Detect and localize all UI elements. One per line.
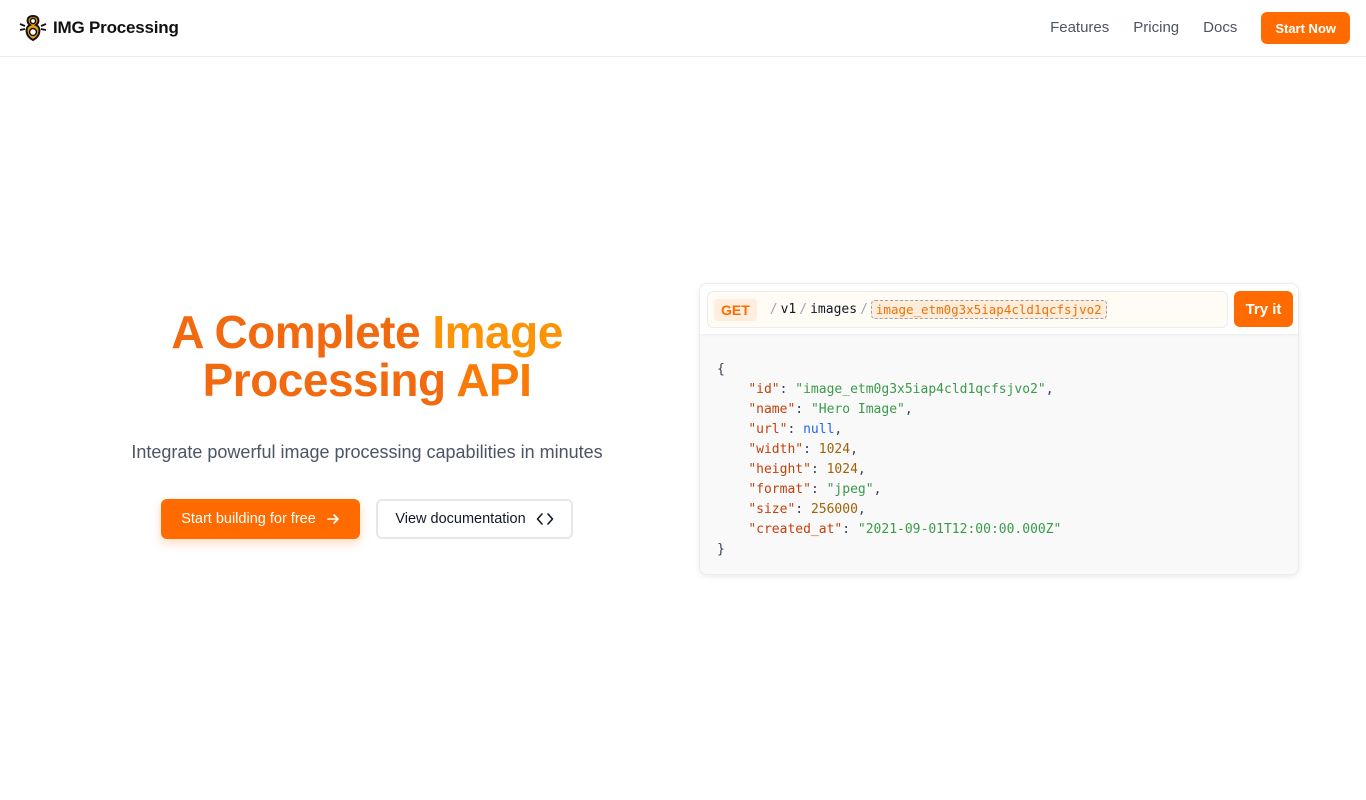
hero-title-part: Processing [202, 354, 457, 406]
json-response: { "id": "image_etm0g3x5iap4cld1qcfsjvo2"… [717, 360, 1061, 560]
request-bar: GET / v1/images / image_etm0g3x5iap4cld1qcf… [700, 284, 1298, 334]
top-nav: Features Pricing Docs Start Now [1050, 12, 1350, 44]
json-key: "size" [748, 502, 796, 517]
code-brackets-icon [536, 512, 554, 526]
json-value: 256000 [810, 502, 858, 517]
json-key: "created_at" [748, 522, 843, 537]
nav-link-pricing[interactable]: Pricing [1133, 12, 1179, 44]
json-key: "id" [748, 382, 780, 397]
json-value: 1024 [826, 462, 858, 477]
http-method-badge: GET [714, 298, 757, 321]
json-value: "jpeg" [826, 482, 874, 497]
view-documentation-label: View documentation [395, 511, 526, 527]
brand-name: IMG Processing [53, 18, 179, 37]
hero-title-highlight: Image [432, 306, 563, 358]
brand[interactable]: IMG Processing [17, 12, 179, 44]
json-field-row: "url": null, [748, 422, 843, 437]
json-value: 1024 [818, 442, 851, 457]
path-segment: v1 [780, 302, 797, 317]
url-bar: GET / v1/images / image_etm0g3x5iap4cld1qcf… [707, 291, 1228, 328]
json-key: "width" [748, 442, 804, 457]
hero-title: A Complete Image Processing API [60, 308, 674, 404]
json-field-row: "created_at": "2021-09-01T12:00:00.000Z" [748, 522, 1062, 537]
site-header: IMG Processing Features Pricing Docs Sta… [0, 0, 1366, 57]
json-value: null [803, 422, 835, 437]
json-field-row: "id": "image_etm0g3x5iap4cld1qcfsjvo2", [748, 382, 1054, 397]
api-demo-card: GET / v1/images / image_etm0g3x5iap4cld1qcf… [699, 283, 1299, 575]
hero-subtitle: Integrate powerful image processing capa… [131, 442, 603, 462]
start-building-button[interactable]: Start building for free [161, 499, 360, 539]
json-key: "name" [748, 402, 796, 417]
json-brace: } [717, 542, 725, 557]
json-field-row: "format": "jpeg", [748, 482, 882, 497]
start-now-button[interactable]: Start Now [1261, 12, 1350, 44]
hero-title-part: A Complete [171, 306, 433, 358]
path-segment: images [810, 302, 858, 317]
try-it-button[interactable]: Try it [1234, 291, 1293, 327]
json-field-row: "size": 256000, [748, 502, 866, 517]
start-building-label: Start building for free [181, 511, 316, 527]
json-key: "url" [748, 422, 788, 437]
nav-link-features[interactable]: Features [1050, 12, 1109, 44]
json-field-row: "width": 1024, [748, 442, 858, 457]
json-brace: { [717, 362, 725, 377]
json-value: "Hero Image" [810, 402, 905, 417]
infinity-8-logo-icon [19, 14, 47, 42]
json-key: "height" [748, 462, 811, 477]
hero-title-highlight: API [456, 354, 532, 406]
nav-link-docs[interactable]: Docs [1203, 12, 1237, 44]
view-documentation-button[interactable]: View documentation [376, 499, 573, 539]
arrow-right-icon [326, 512, 340, 526]
json-key: "format" [748, 482, 811, 497]
json-field-row: "height": 1024, [748, 462, 866, 477]
json-value: "2021-09-01T12:00:00.000Z" [857, 522, 1062, 537]
image-id-input[interactable]: image_etm0g3x5iap4cld1qcfsjvo2 [870, 300, 1107, 319]
json-field-row: "name": "Hero Image", [748, 402, 913, 417]
json-value: "image_etm0g3x5iap4cld1qcfsjvo2" [795, 382, 1046, 397]
